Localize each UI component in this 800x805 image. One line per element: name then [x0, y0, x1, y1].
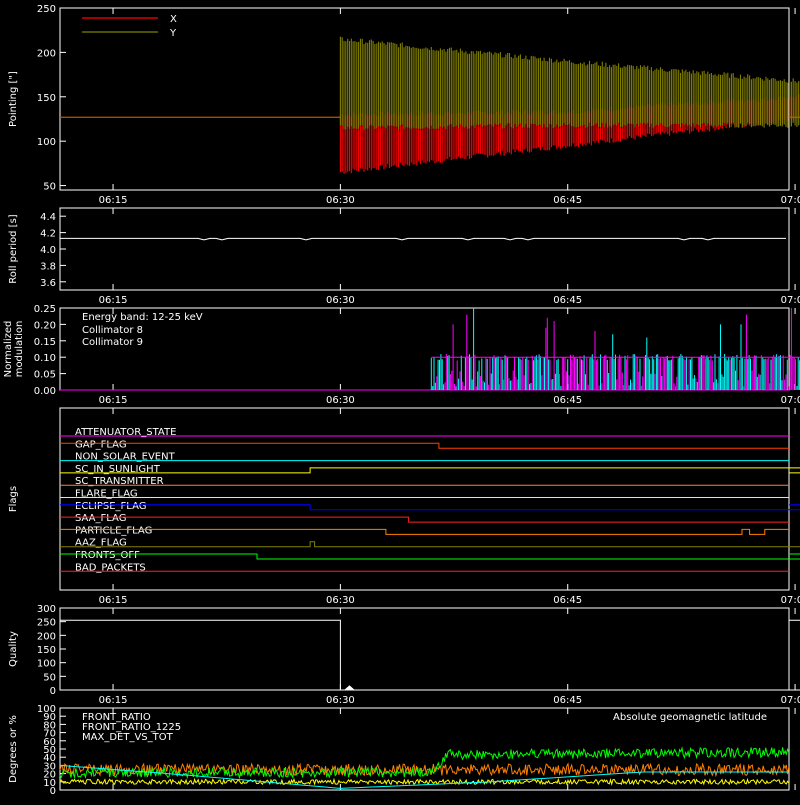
ratios-ytick-label: 100 [37, 704, 56, 715]
pointing-ytick-label: 250 [37, 4, 56, 15]
flags-ylabel: Flags [8, 486, 19, 512]
series-y-oscillation [339, 36, 800, 131]
legend-label-x: X [170, 14, 177, 25]
quality-ytick-label: 200 [37, 631, 56, 642]
pointing-ytick-label: 150 [37, 93, 56, 104]
flag-line-saa-flag [60, 516, 789, 523]
flag-label-particle-flag: PARTICLE_FLAG [75, 525, 152, 536]
roll-xtick-label: 07:00 [781, 295, 800, 306]
modulation-legend-label: Collimator 9 [82, 337, 143, 348]
flag-line-aaz-flag [60, 541, 800, 548]
legend-label-y: Y [169, 28, 177, 39]
quality-ytick-label: 50 [43, 672, 56, 683]
quality-xtick-label: 06:45 [553, 695, 582, 706]
front-ratio-1225-series [59, 746, 790, 780]
roll-period-line [60, 237, 786, 241]
quality-ytick-label: 0 [50, 686, 56, 697]
flag-label-eclipse-flag: ECLIPSE_FLAG [75, 501, 146, 512]
modulation-xtick-label: 06:30 [326, 395, 355, 406]
quality-ytick-label: 300 [37, 604, 56, 615]
modulation-ytick-label: 0.15 [34, 337, 56, 348]
pointing-ytick-label: 100 [37, 137, 56, 148]
pointing-ylabel: Pointing ["] [8, 71, 19, 127]
flags-xtick-label: 07:00 [781, 595, 800, 606]
roll-ytick-label: 4.2 [40, 229, 56, 240]
pointing-xtick-label: 07:00 [781, 195, 800, 206]
quality-ytick-label: 150 [37, 645, 56, 656]
latitude-annotation: Absolute geomagnetic latitude [613, 712, 767, 723]
roll-xtick-label: 06:30 [326, 295, 355, 306]
flag-line-gap-flag [60, 442, 789, 449]
quality-spike [344, 685, 355, 691]
modulation-legend-label: Collimator 8 [82, 325, 143, 336]
roll-ytick-label: 3.6 [40, 278, 56, 289]
roll-ytick-label: 4.4 [40, 212, 56, 223]
modulation-ylabel: modulation [14, 321, 25, 378]
summary-plot: 06:1506:3006:4507:0007:1507:3007:4550100… [0, 0, 800, 800]
flag-label-saa-flag: SAA_FLAG [75, 513, 126, 524]
modulation-ytick-label: 0.20 [34, 320, 56, 331]
flags-xtick-label: 06:15 [99, 595, 128, 606]
ratios-legend-label: MAX_DET_VS_TOT [82, 732, 174, 743]
flags-xtick-label: 06:45 [553, 595, 582, 606]
roll-xtick-label: 06:15 [99, 295, 128, 306]
quality-xtick-label: 06:15 [99, 695, 128, 706]
pointing-xtick-label: 06:15 [99, 195, 128, 206]
modulation-xtick-label: 06:45 [553, 395, 582, 406]
modulation-xtick-label: 06:15 [99, 395, 128, 406]
ratios-ylabel: Degrees or % [8, 715, 19, 783]
collimator-8-series [430, 308, 800, 390]
flag-label-gap-flag: GAP_FLAG [75, 439, 127, 450]
modulation-ytick-label: 0.00 [34, 386, 56, 397]
modulation-annotation: Energy band: 12-25 keV [82, 312, 203, 323]
modulation-xtick-label: 07:00 [781, 395, 800, 406]
roll-frame [59, 207, 790, 291]
modulation-ylabel: Normalized [3, 321, 14, 378]
flags-xtick-label: 06:30 [326, 595, 355, 606]
roll-ytick-label: 3.8 [40, 261, 56, 272]
flag-line-sc-in-sunlight [60, 467, 800, 474]
roll-xtick-label: 06:45 [553, 295, 582, 306]
flag-label-fronts-off: FRONTS_OFF [75, 550, 140, 561]
pointing-xtick-label: 06:45 [553, 195, 582, 206]
quality-xtick-label: 06:30 [326, 695, 355, 706]
quality-line [60, 619, 800, 691]
flag-line-fronts-off [60, 553, 800, 560]
pointing-xtick-label: 06:30 [326, 195, 355, 206]
quality-ytick-label: 250 [37, 618, 56, 629]
pointing-ytick-label: 200 [37, 48, 56, 59]
front-ratio-series [59, 777, 790, 786]
modulation-ytick-label: 0.05 [34, 370, 56, 381]
roll-ytick-label: 4.0 [40, 245, 56, 256]
quality-ylabel: Quality [8, 631, 19, 667]
flag-line-particle-flag [60, 528, 789, 535]
plot-canvas: 06:1506:3006:4507:0007:1507:3007:4550100… [3, 4, 800, 797]
modulation-ytick-label: 0.25 [34, 304, 56, 315]
pointing-ytick-label: 50 [43, 182, 56, 193]
quality-ytick-label: 100 [37, 659, 56, 670]
modulation-ytick-label: 0.10 [34, 353, 56, 364]
flag-line-eclipse-flag [60, 504, 800, 511]
roll-ylabel: Roll period [s] [8, 214, 19, 283]
quality-xtick-label: 07:00 [781, 695, 800, 706]
